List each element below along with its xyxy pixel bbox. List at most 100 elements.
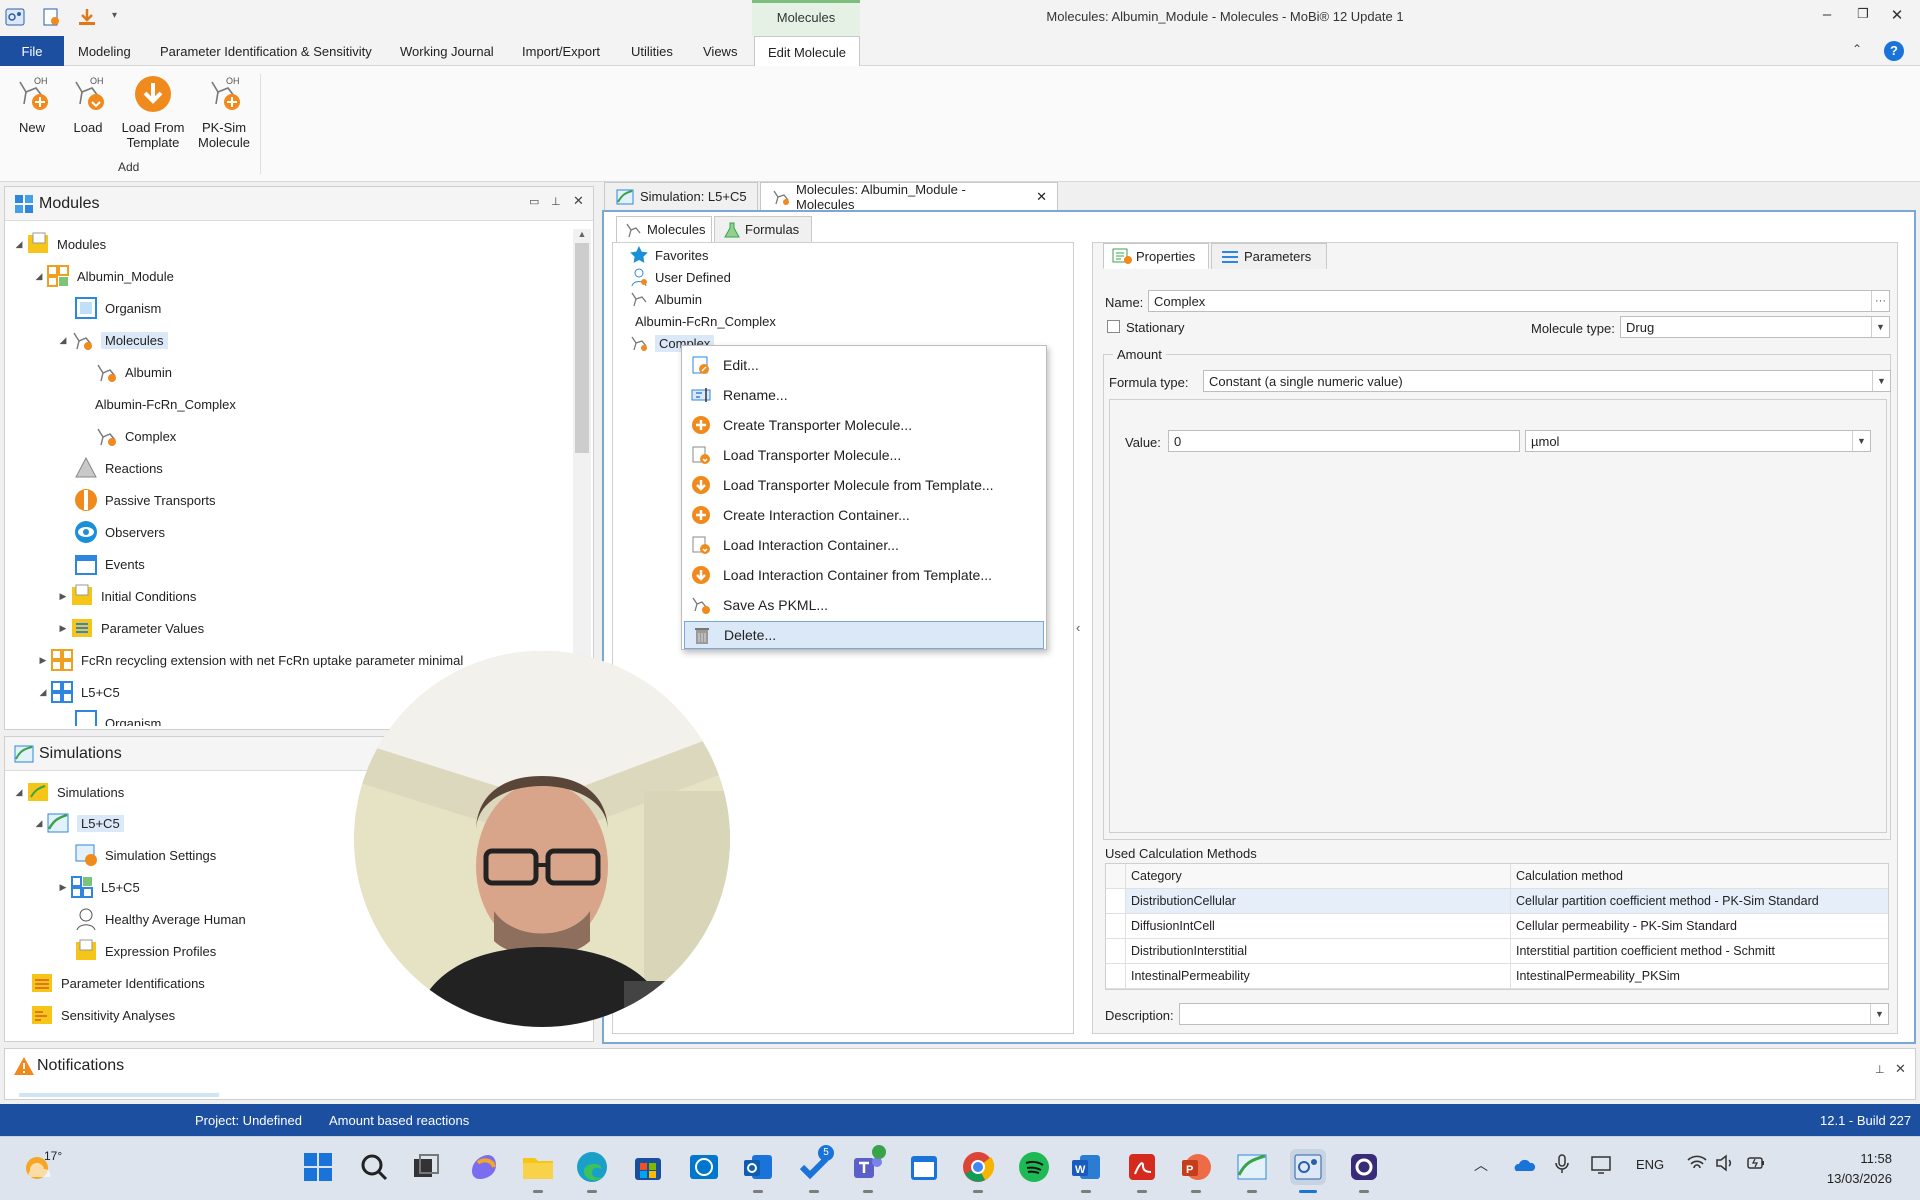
- tree-simulation-settings[interactable]: Simulation Settings: [73, 839, 216, 871]
- collapse-ribbon-icon[interactable]: ⌃: [1852, 42, 1862, 56]
- calendar-app-icon[interactable]: [906, 1149, 942, 1185]
- mol-tree-user-defined[interactable]: User Defined: [629, 265, 731, 289]
- tree-parameter-values[interactable]: ▶ Parameter Values: [57, 612, 204, 644]
- menu-item-load-transporter[interactable]: Load Transporter Molecule...: [684, 441, 1044, 469]
- tree-albumin-module[interactable]: ◢ Albumin_Module: [33, 260, 174, 292]
- tree-initial-conditions[interactable]: ▶ Initial Conditions: [57, 580, 196, 612]
- notifications-close-icon[interactable]: ✕: [1895, 1061, 1906, 1077]
- subtab-formulas[interactable]: Formulas: [714, 216, 812, 242]
- collapse-icon[interactable]: ◢: [13, 787, 25, 798]
- clock-time[interactable]: 11:58: [1820, 1151, 1892, 1166]
- search-icon[interactable]: [356, 1149, 392, 1185]
- modules-scrollbar[interactable]: ▲: [573, 229, 591, 727]
- chrome-icon[interactable]: [960, 1149, 996, 1193]
- tab-edit-molecule[interactable]: Edit Molecule: [754, 36, 860, 67]
- table-row-category[interactable]: DistributionCellular: [1126, 889, 1511, 914]
- collapse-icon[interactable]: ◢: [13, 239, 25, 250]
- close-tab-icon[interactable]: ✕: [1036, 189, 1047, 205]
- outlook-icon[interactable]: [740, 1149, 776, 1193]
- chevron-down-icon[interactable]: ▼: [1872, 371, 1890, 391]
- collapse-icon[interactable]: ◢: [33, 271, 45, 282]
- screen-recorder-icon[interactable]: [1346, 1149, 1382, 1193]
- menu-item-edit[interactable]: Edit...: [684, 351, 1044, 379]
- tray-overflow-icon[interactable]: ︿: [1474, 1155, 1488, 1175]
- tab-parameters[interactable]: Parameters: [1211, 243, 1327, 269]
- tree-expression-profiles[interactable]: Expression Profiles: [73, 935, 216, 967]
- tab-parameter-identification[interactable]: Parameter Identification & Sensitivity: [160, 36, 372, 66]
- tree-molecules[interactable]: ◢ Molecules: [57, 324, 168, 356]
- load-from-template-button[interactable]: Load From Template: [120, 72, 186, 150]
- copilot-icon[interactable]: [466, 1149, 502, 1185]
- tree-simulations-root[interactable]: ◢ Simulations: [13, 776, 124, 808]
- input-language[interactable]: ENG: [1636, 1157, 1664, 1172]
- chevron-down-icon[interactable]: ▼: [1852, 431, 1870, 451]
- collapse-icon[interactable]: ◢: [33, 818, 45, 829]
- name-input[interactable]: Complex ···: [1148, 290, 1890, 312]
- mol-tree-albumin[interactable]: Albumin: [629, 287, 702, 311]
- scroll-thumb[interactable]: [575, 243, 589, 453]
- wifi-icon[interactable]: [1686, 1153, 1708, 1176]
- menu-item-delete[interactable]: Delete...: [684, 621, 1044, 649]
- molecule-type-select[interactable]: Drug ▼: [1620, 316, 1890, 338]
- collapse-icon[interactable]: ◢: [37, 687, 49, 698]
- table-row-category[interactable]: IntestinalPermeability: [1126, 964, 1511, 989]
- tree-reactions[interactable]: Reactions: [73, 452, 163, 484]
- acrobat-icon[interactable]: [1124, 1149, 1160, 1193]
- splitter-collapse-icon[interactable]: ‹: [1076, 620, 1080, 635]
- menu-item-load-transporter-template[interactable]: Load Transporter Molecule from Template.…: [684, 471, 1044, 499]
- tree-organism-l5c5[interactable]: Organism: [73, 708, 161, 726]
- teams-icon[interactable]: [850, 1145, 886, 1193]
- file-explorer-icon[interactable]: [520, 1149, 556, 1193]
- screen-share-icon[interactable]: [1590, 1153, 1612, 1178]
- tab-working-journal[interactable]: Working Journal: [400, 36, 494, 66]
- powerpoint-icon[interactable]: P: [1178, 1149, 1214, 1193]
- expand-icon[interactable]: ▶: [37, 655, 49, 666]
- table-row-method[interactable]: Cellular partition coefficient method - …: [1511, 889, 1888, 914]
- description-input[interactable]: ▼: [1179, 1003, 1889, 1025]
- tab-views[interactable]: Views: [703, 36, 737, 66]
- tree-healthy-human[interactable]: Healthy Average Human: [73, 903, 246, 935]
- tree-passive-transports[interactable]: Passive Transports: [73, 484, 216, 516]
- doc-tab-molecules[interactable]: Molecules: Albumin_Module - Molecules ✕: [760, 182, 1058, 212]
- doc-tab-simulation[interactable]: Simulation: L5+C5: [604, 182, 758, 210]
- expand-icon[interactable]: ▶: [57, 882, 69, 893]
- unit-select[interactable]: µmol ▼: [1525, 430, 1871, 452]
- menu-item-load-interaction[interactable]: Load Interaction Container...: [684, 531, 1044, 559]
- new-molecule-button[interactable]: OH New: [0, 72, 64, 135]
- panel-pin-icon[interactable]: ⊥: [551, 195, 561, 208]
- tab-utilities[interactable]: Utilities: [631, 36, 673, 66]
- spotify-icon[interactable]: [1016, 1149, 1052, 1185]
- menu-item-rename[interactable]: Rename...: [684, 381, 1044, 409]
- pk-sim-molecule-button[interactable]: OH PK-Sim Molecule: [192, 72, 256, 150]
- tree-parameter-identifications[interactable]: Parameter Identifications: [29, 967, 205, 999]
- stationary-checkbox[interactable]: [1107, 320, 1120, 333]
- mol-tree-albumin-fcrn[interactable]: Albumin-FcRn_Complex: [635, 309, 776, 333]
- store-icon[interactable]: [630, 1149, 666, 1185]
- load-molecule-button[interactable]: OH Load: [56, 72, 120, 135]
- tree-sim-l5c5-child[interactable]: ▶ L5+C5: [57, 871, 140, 903]
- menu-item-create-interaction[interactable]: Create Interaction Container...: [684, 501, 1044, 529]
- collapse-icon[interactable]: ◢: [57, 335, 69, 346]
- volume-icon[interactable]: [1714, 1153, 1734, 1176]
- table-row-method[interactable]: Cellular permeability - PK-Sim Standard: [1511, 914, 1888, 939]
- panel-close-icon[interactable]: ✕: [573, 193, 584, 209]
- clock-date[interactable]: 13/03/2026: [1808, 1171, 1892, 1186]
- tab-import-export[interactable]: Import/Export: [522, 36, 600, 66]
- menu-item-save-pkml[interactable]: Save As PKML...: [684, 591, 1044, 619]
- notifications-pin-icon[interactable]: ⊥: [1875, 1063, 1885, 1076]
- battery-icon[interactable]: [1746, 1153, 1766, 1176]
- menu-item-create-transporter[interactable]: Create Transporter Molecule...: [684, 411, 1044, 439]
- tab-file[interactable]: File: [0, 36, 64, 66]
- tree-l5c5-module[interactable]: ◢ L5+C5: [37, 676, 120, 708]
- table-row-method[interactable]: Interstitial partition coefficient metho…: [1511, 939, 1888, 964]
- tree-events[interactable]: Events: [73, 548, 145, 580]
- scroll-up-icon[interactable]: ▲: [573, 229, 591, 239]
- tree-complex[interactable]: Complex: [93, 420, 176, 452]
- expand-icon[interactable]: ▶: [57, 591, 69, 602]
- menu-item-load-interaction-template[interactable]: Load Interaction Container from Template…: [684, 561, 1044, 589]
- tree-albumin-fcrn[interactable]: Albumin-FcRn_Complex: [95, 388, 236, 420]
- table-row-category[interactable]: DiffusionIntCell: [1126, 914, 1511, 939]
- tree-sim-l5c5[interactable]: ◢ L5+C5: [33, 807, 124, 839]
- ellipsis-button[interactable]: ···: [1871, 291, 1889, 311]
- tree-modules-root[interactable]: ◢ Modules: [13, 228, 106, 260]
